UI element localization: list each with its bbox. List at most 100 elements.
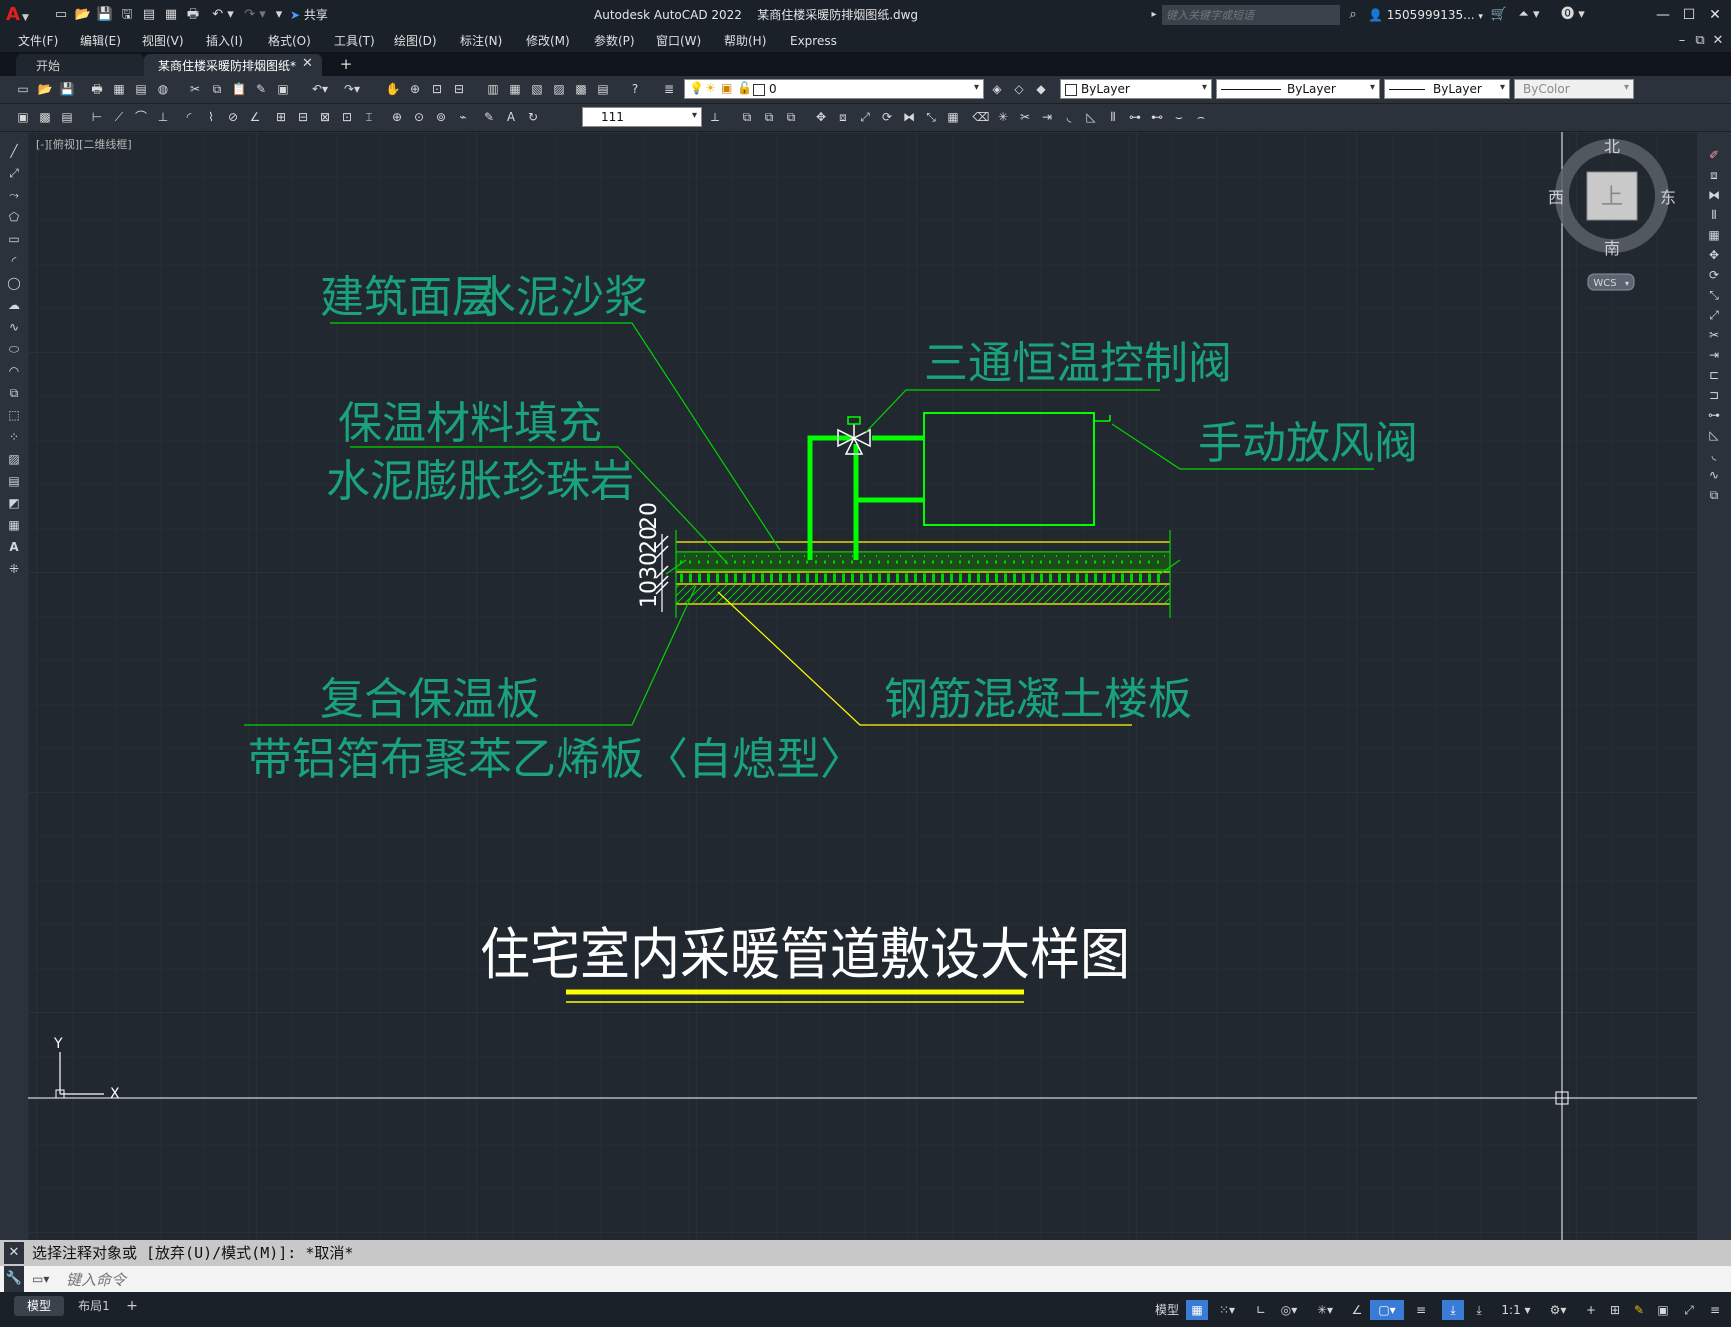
dim-baseline-icon[interactable]: ⊟ bbox=[294, 108, 312, 126]
cart-icon[interactable]: 🛒 bbox=[1490, 6, 1508, 24]
blend-tool-icon[interactable]: ∿ bbox=[1705, 466, 1723, 484]
chamfer-tb-icon[interactable]: ◺ bbox=[1082, 108, 1100, 126]
dim-style-dropdown[interactable]: 111 ▾ bbox=[582, 107, 702, 127]
tab-drawing[interactable]: 某商住楼采暖防排烟图纸* ✕ bbox=[144, 54, 322, 76]
rotate-tb-icon[interactable]: ⟳ bbox=[878, 108, 896, 126]
attribute-icon[interactable]: ▤ bbox=[58, 108, 76, 126]
layer-previous-icon[interactable]: ◇ bbox=[1010, 80, 1028, 98]
layer-dropdown[interactable]: 💡 ☀ ▣ 🔓 0 ▾ bbox=[684, 79, 984, 99]
model-space-button[interactable]: 模型 bbox=[1150, 1300, 1184, 1320]
osnap-toggle-icon[interactable]: ▢▾ bbox=[1370, 1300, 1404, 1320]
color-dropdown[interactable]: ByLayer ▾ bbox=[1060, 79, 1212, 99]
dim-break-icon[interactable]: ⌶ bbox=[360, 108, 378, 126]
hatch-tool-icon[interactable]: ▨ bbox=[5, 450, 23, 468]
mtext-tool-icon[interactable]: A bbox=[5, 538, 23, 556]
command-customize-icon[interactable]: 🔧 bbox=[4, 1266, 24, 1292]
dim-update-icon[interactable]: ↻ bbox=[524, 108, 542, 126]
isolate-objects-icon[interactable]: ✎ bbox=[1628, 1300, 1650, 1320]
command-recent-icon[interactable]: ▭▾ bbox=[32, 1270, 58, 1288]
label-composite-board[interactable]: 复合保温板 bbox=[320, 674, 540, 725]
model-space[interactable]: [-][俯视][二维线框] 上 北 南 东 西 WCS ▾ 20 20 30 1… bbox=[28, 132, 1697, 1240]
copy-tb-icon[interactable]: ⧈ bbox=[834, 108, 852, 126]
minimize-button[interactable]: — bbox=[1652, 4, 1674, 26]
fillet-tb-icon[interactable]: ◟ bbox=[1060, 108, 1078, 126]
search-expand-icon[interactable]: ▸ bbox=[1148, 6, 1160, 24]
print-preview-icon[interactable]: ▦ bbox=[110, 80, 128, 98]
tab-layout1[interactable]: 布局1 bbox=[66, 1296, 122, 1316]
dim-aligned-icon[interactable]: ⟋ bbox=[110, 108, 128, 126]
auto-scale-icon[interactable]: ⤓ bbox=[1468, 1300, 1490, 1320]
dim-edit-icon[interactable]: ✎ bbox=[480, 108, 498, 126]
rotate-tool-icon[interactable]: ⟳ bbox=[1705, 266, 1723, 284]
point-tool-icon[interactable]: ⁘ bbox=[5, 428, 23, 446]
label-perlite[interactable]: 水泥膨胀珍珠岩 bbox=[326, 456, 634, 507]
viewcube-south[interactable]: 南 bbox=[1604, 239, 1620, 258]
pedit-tb-icon[interactable]: ⌢ bbox=[1192, 108, 1210, 126]
layer-properties-icon[interactable]: ≣ bbox=[660, 80, 678, 98]
gradient-tool-icon[interactable]: ▤ bbox=[5, 472, 23, 490]
menu-parametric[interactable]: 参数(P) bbox=[594, 30, 635, 52]
help-tb-icon[interactable]: ? bbox=[626, 80, 644, 98]
join-tb-icon[interactable]: ⊶ bbox=[1126, 108, 1144, 126]
explode-tool-icon[interactable]: ⧉ bbox=[1705, 486, 1723, 504]
dim-diameter-icon[interactable]: ⊘ bbox=[224, 108, 242, 126]
snap-toggle-icon[interactable]: ⁙▾ bbox=[1212, 1300, 1242, 1320]
add-layout-button[interactable]: + bbox=[124, 1296, 140, 1316]
maximize-button[interactable]: ☐ bbox=[1678, 4, 1700, 26]
dim-linear-icon[interactable]: ⊢ bbox=[88, 108, 106, 126]
extend-tool-icon[interactable]: ⇥ bbox=[1705, 346, 1723, 364]
make-current-layer-icon[interactable]: ◈ bbox=[988, 80, 1006, 98]
move-tool-icon[interactable]: ✥ bbox=[1705, 246, 1723, 264]
quick-dim-icon[interactable]: ⊞ bbox=[272, 108, 290, 126]
tolerance-icon[interactable]: ⊕ bbox=[388, 108, 406, 126]
copy-tool-icon[interactable]: ⧈ bbox=[1705, 166, 1723, 184]
isodraft-icon[interactable]: ∠ bbox=[1346, 1300, 1368, 1320]
menu-window[interactable]: 窗口(W) bbox=[656, 30, 701, 52]
qnew-icon[interactable]: ▭ bbox=[14, 80, 32, 98]
blend-tb-icon[interactable]: ⌣ bbox=[1170, 108, 1188, 126]
label-mortar[interactable]: 水泥沙浆 bbox=[472, 272, 648, 323]
menu-draw[interactable]: 绘图(D) bbox=[394, 30, 437, 52]
plot-preview-icon[interactable]: ▦ bbox=[162, 6, 180, 24]
save-tb-icon[interactable]: 💾 bbox=[58, 80, 76, 98]
break-tb-icon[interactable]: ⊷ bbox=[1148, 108, 1166, 126]
clean-screen-icon[interactable]: ⤢ bbox=[1678, 1300, 1700, 1320]
trim-tool-icon[interactable]: ✂ bbox=[1705, 326, 1723, 344]
ellipse-arc-tool-icon[interactable]: ◠ bbox=[5, 362, 23, 380]
menu-modify[interactable]: 修改(M) bbox=[526, 30, 570, 52]
circle-tool-icon[interactable]: ◯ bbox=[5, 274, 23, 292]
trim-tb-icon[interactable]: ✂ bbox=[1016, 108, 1034, 126]
copy-icon[interactable]: ⧉ bbox=[208, 80, 226, 98]
undo-tb-icon[interactable]: ↶▾ bbox=[306, 80, 334, 98]
polygon-tool-icon[interactable]: ⬠ bbox=[5, 208, 23, 226]
linetype-dropdown[interactable]: ByLayer ▾ bbox=[1216, 79, 1380, 99]
dim-text-edit-icon[interactable]: A bbox=[502, 108, 520, 126]
tool-palettes-icon[interactable]: ▧ bbox=[528, 80, 546, 98]
paste-icon[interactable]: 📋 bbox=[230, 80, 248, 98]
chamfer-tool-icon[interactable]: ◺ bbox=[1705, 426, 1723, 444]
polyline-tool-icon[interactable]: ⤳ bbox=[5, 186, 23, 204]
sheet-set-icon[interactable]: ▨ bbox=[550, 80, 568, 98]
command-input[interactable] bbox=[64, 1269, 1708, 1291]
properties-icon[interactable]: ▥ bbox=[484, 80, 502, 98]
dim-arc-icon[interactable]: ⌒ bbox=[132, 108, 150, 126]
publish-icon[interactable]: ▤ bbox=[140, 6, 158, 24]
dim-radius-icon[interactable]: ◜ bbox=[180, 108, 198, 126]
new-tab-button[interactable]: + bbox=[336, 54, 356, 74]
new-file-icon[interactable]: ▭ bbox=[52, 6, 70, 24]
hardware-accel-icon[interactable]: ▣ bbox=[1652, 1300, 1674, 1320]
open-file-icon[interactable]: 📂 bbox=[74, 6, 92, 24]
inspect-icon[interactable]: ⊚ bbox=[432, 108, 450, 126]
lineweight-toggle-icon[interactable]: ≡ bbox=[1410, 1300, 1432, 1320]
dim-ordinate-icon[interactable]: ⊥ bbox=[154, 108, 172, 126]
calculator-icon[interactable]: ▤ bbox=[594, 80, 612, 98]
save-as-icon[interactable]: 🖫 bbox=[118, 6, 136, 24]
erase-tb-icon[interactable]: ⌫ bbox=[972, 108, 990, 126]
close-button[interactable]: ✕ bbox=[1704, 4, 1726, 26]
plot-icon[interactable]: 🖶 bbox=[184, 6, 202, 24]
mirror-tool-icon[interactable]: ⧓ bbox=[1705, 186, 1723, 204]
menu-tools[interactable]: 工具(T) bbox=[334, 30, 375, 52]
menu-dimension[interactable]: 标注(N) bbox=[460, 30, 502, 52]
search-input[interactable] bbox=[1162, 5, 1338, 25]
osnap-track-icon[interactable]: ✳▾ bbox=[1310, 1300, 1340, 1320]
